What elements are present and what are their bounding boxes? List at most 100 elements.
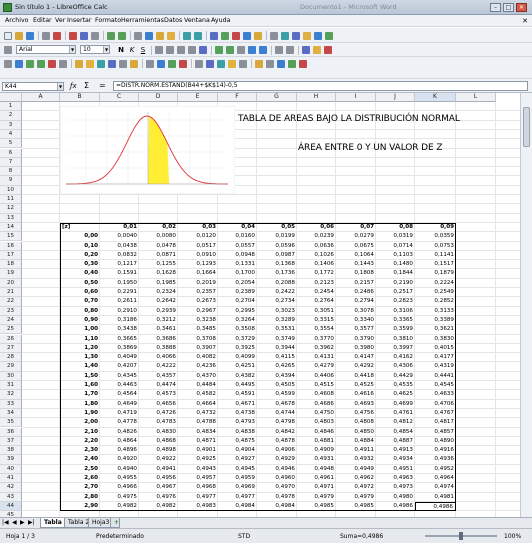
column-label[interactable]: 0,07 (336, 223, 376, 232)
table-cell[interactable]: 0,4957 (178, 474, 218, 483)
row-header-5[interactable]: 5 (0, 139, 22, 149)
chart-icon[interactable] (243, 32, 251, 40)
z-row-label[interactable]: 2,60 (60, 474, 100, 483)
table-cell[interactable]: 0,2734 (257, 297, 297, 306)
table-cell[interactable]: 0,4793 (218, 418, 257, 427)
table-cell[interactable]: 0,4429 (376, 372, 415, 381)
points-icon[interactable] (146, 60, 154, 68)
row-header-15[interactable]: 15 (0, 232, 22, 242)
table-cell[interactable]: 0,4959 (218, 474, 257, 483)
table-cell[interactable]: 0,4984 (218, 502, 257, 511)
table-cell[interactable]: 0,4525 (336, 381, 376, 390)
z-row-label[interactable]: 1,30 (60, 353, 100, 362)
table-cell[interactable]: 0,4871 (178, 437, 218, 446)
table-cell[interactable]: 0,4573 (139, 390, 178, 399)
sort-descending-icon[interactable] (232, 32, 240, 40)
column-header-g[interactable]: G (257, 93, 297, 102)
table-cell[interactable]: 0,0040 (100, 232, 139, 241)
table-cell[interactable]: 0,0871 (139, 251, 178, 260)
table-cell[interactable]: 0,3944 (257, 344, 297, 353)
column-header-c[interactable]: C (100, 93, 139, 102)
table-cell[interactable]: 0,4625 (376, 390, 415, 399)
spellcheck-icon[interactable] (107, 32, 115, 40)
decrease-indent-icon[interactable] (275, 46, 283, 54)
table-cell[interactable]: 0,4778 (100, 418, 139, 427)
rotate-icon[interactable] (195, 60, 203, 68)
table-cell[interactable]: 0,1217 (100, 260, 139, 269)
table-cell[interactable]: 0,2224 (415, 279, 456, 288)
italic-icon[interactable]: K (128, 46, 136, 54)
vertical-scrollbar[interactable] (520, 93, 532, 517)
align-right-icon[interactable] (177, 46, 185, 54)
status-std[interactable]: STD (238, 533, 250, 540)
table-cell[interactable]: 0,2123 (297, 279, 336, 288)
find-replace-icon[interactable] (270, 32, 278, 40)
font-size-select[interactable]: 10 ▼ (80, 45, 110, 54)
table-cell[interactable]: 0,4726 (139, 409, 178, 418)
table-cell[interactable]: 0,4980 (376, 493, 415, 502)
table-cell[interactable]: 0,3577 (336, 325, 376, 334)
table-cell[interactable]: 0,0199 (257, 232, 297, 241)
table-cell[interactable]: 0,4099 (218, 353, 257, 362)
table-cell[interactable]: 0,4693 (336, 400, 376, 409)
table-cell[interactable]: 0,0987 (257, 251, 297, 260)
row-header-30[interactable]: 30 (0, 371, 22, 381)
table-cell[interactable]: 0,0279 (336, 232, 376, 241)
select-all-corner[interactable] (0, 93, 22, 102)
table-cell[interactable]: 0,2324 (139, 288, 178, 297)
flowchart-icon[interactable] (108, 60, 116, 68)
row-header-9[interactable]: 9 (0, 176, 22, 186)
z-row-label[interactable]: 0,50 (60, 279, 100, 288)
z-row-label[interactable]: 1,50 (60, 372, 100, 381)
gallery-icon[interactable] (292, 32, 300, 40)
toggle-extrusion-icon[interactable] (266, 60, 274, 68)
align-objects-icon[interactable] (206, 60, 214, 68)
table-cell[interactable]: 0,4842 (257, 428, 297, 437)
menu-datos[interactable]: Datos (164, 17, 182, 24)
print-preview-icon[interactable] (91, 32, 99, 40)
table-cell[interactable]: 0,4850 (336, 428, 376, 437)
table-cell[interactable]: 0,3508 (218, 325, 257, 334)
table-cell[interactable]: 0,2054 (218, 279, 257, 288)
zoom-slider-handle[interactable] (459, 532, 463, 540)
column-header-b[interactable]: B (60, 93, 100, 102)
table-cell[interactable]: 0,3186 (100, 316, 139, 325)
column-label[interactable]: 0,08 (376, 223, 415, 232)
table-cell[interactable]: 0,4599 (257, 390, 297, 399)
underline-icon[interactable]: S (139, 46, 147, 54)
table-cell[interactable]: 0,4798 (257, 418, 297, 427)
table-cell[interactable]: 0,4515 (297, 381, 336, 390)
table-cell[interactable]: 0,4279 (297, 362, 336, 371)
select-icon[interactable] (4, 60, 12, 68)
borders-icon[interactable] (302, 46, 310, 54)
z-row-label[interactable]: 0,10 (60, 242, 100, 251)
table-cell[interactable]: 0,1141 (415, 251, 456, 260)
extrusion-icon[interactable] (179, 60, 187, 68)
add-sheet-icon[interactable]: + (110, 518, 120, 528)
table-cell[interactable]: 0,4875 (218, 437, 257, 446)
table-cell[interactable]: 0,4207 (100, 362, 139, 371)
table-cell[interactable]: 0,1808 (336, 269, 376, 278)
table-cell[interactable]: 0,2389 (218, 288, 257, 297)
print-icon[interactable] (80, 32, 88, 40)
table-cell[interactable]: 0,4812 (376, 418, 415, 427)
table-cell[interactable]: 0,0080 (139, 232, 178, 241)
function-wizard-icon[interactable]: ƒx (70, 82, 77, 90)
table-cell[interactable]: 0,3554 (297, 325, 336, 334)
table-cell[interactable]: 0,3749 (257, 335, 297, 344)
table-cell[interactable]: 0,4979 (297, 493, 336, 502)
function-equals-icon[interactable]: = (99, 81, 106, 90)
percent-format-icon[interactable] (226, 46, 234, 54)
table-cell[interactable]: 0,1517 (415, 260, 456, 269)
row-header-40[interactable]: 40 (0, 464, 22, 474)
table-cell[interactable]: 0,4236 (178, 362, 218, 371)
table-cell[interactable]: 0,4979 (336, 493, 376, 502)
row-header-28[interactable]: 28 (0, 353, 22, 363)
table-cell[interactable]: 0,4222 (139, 362, 178, 371)
table-cell[interactable]: 0,4319 (415, 362, 456, 371)
clone-format-icon[interactable] (167, 32, 175, 40)
z-row-label[interactable]: 1,00 (60, 325, 100, 334)
table-cell[interactable]: 0,4750 (297, 409, 336, 418)
table-cell[interactable]: 0,4929 (257, 455, 297, 464)
table-cell[interactable]: 0,4985 (297, 502, 336, 511)
